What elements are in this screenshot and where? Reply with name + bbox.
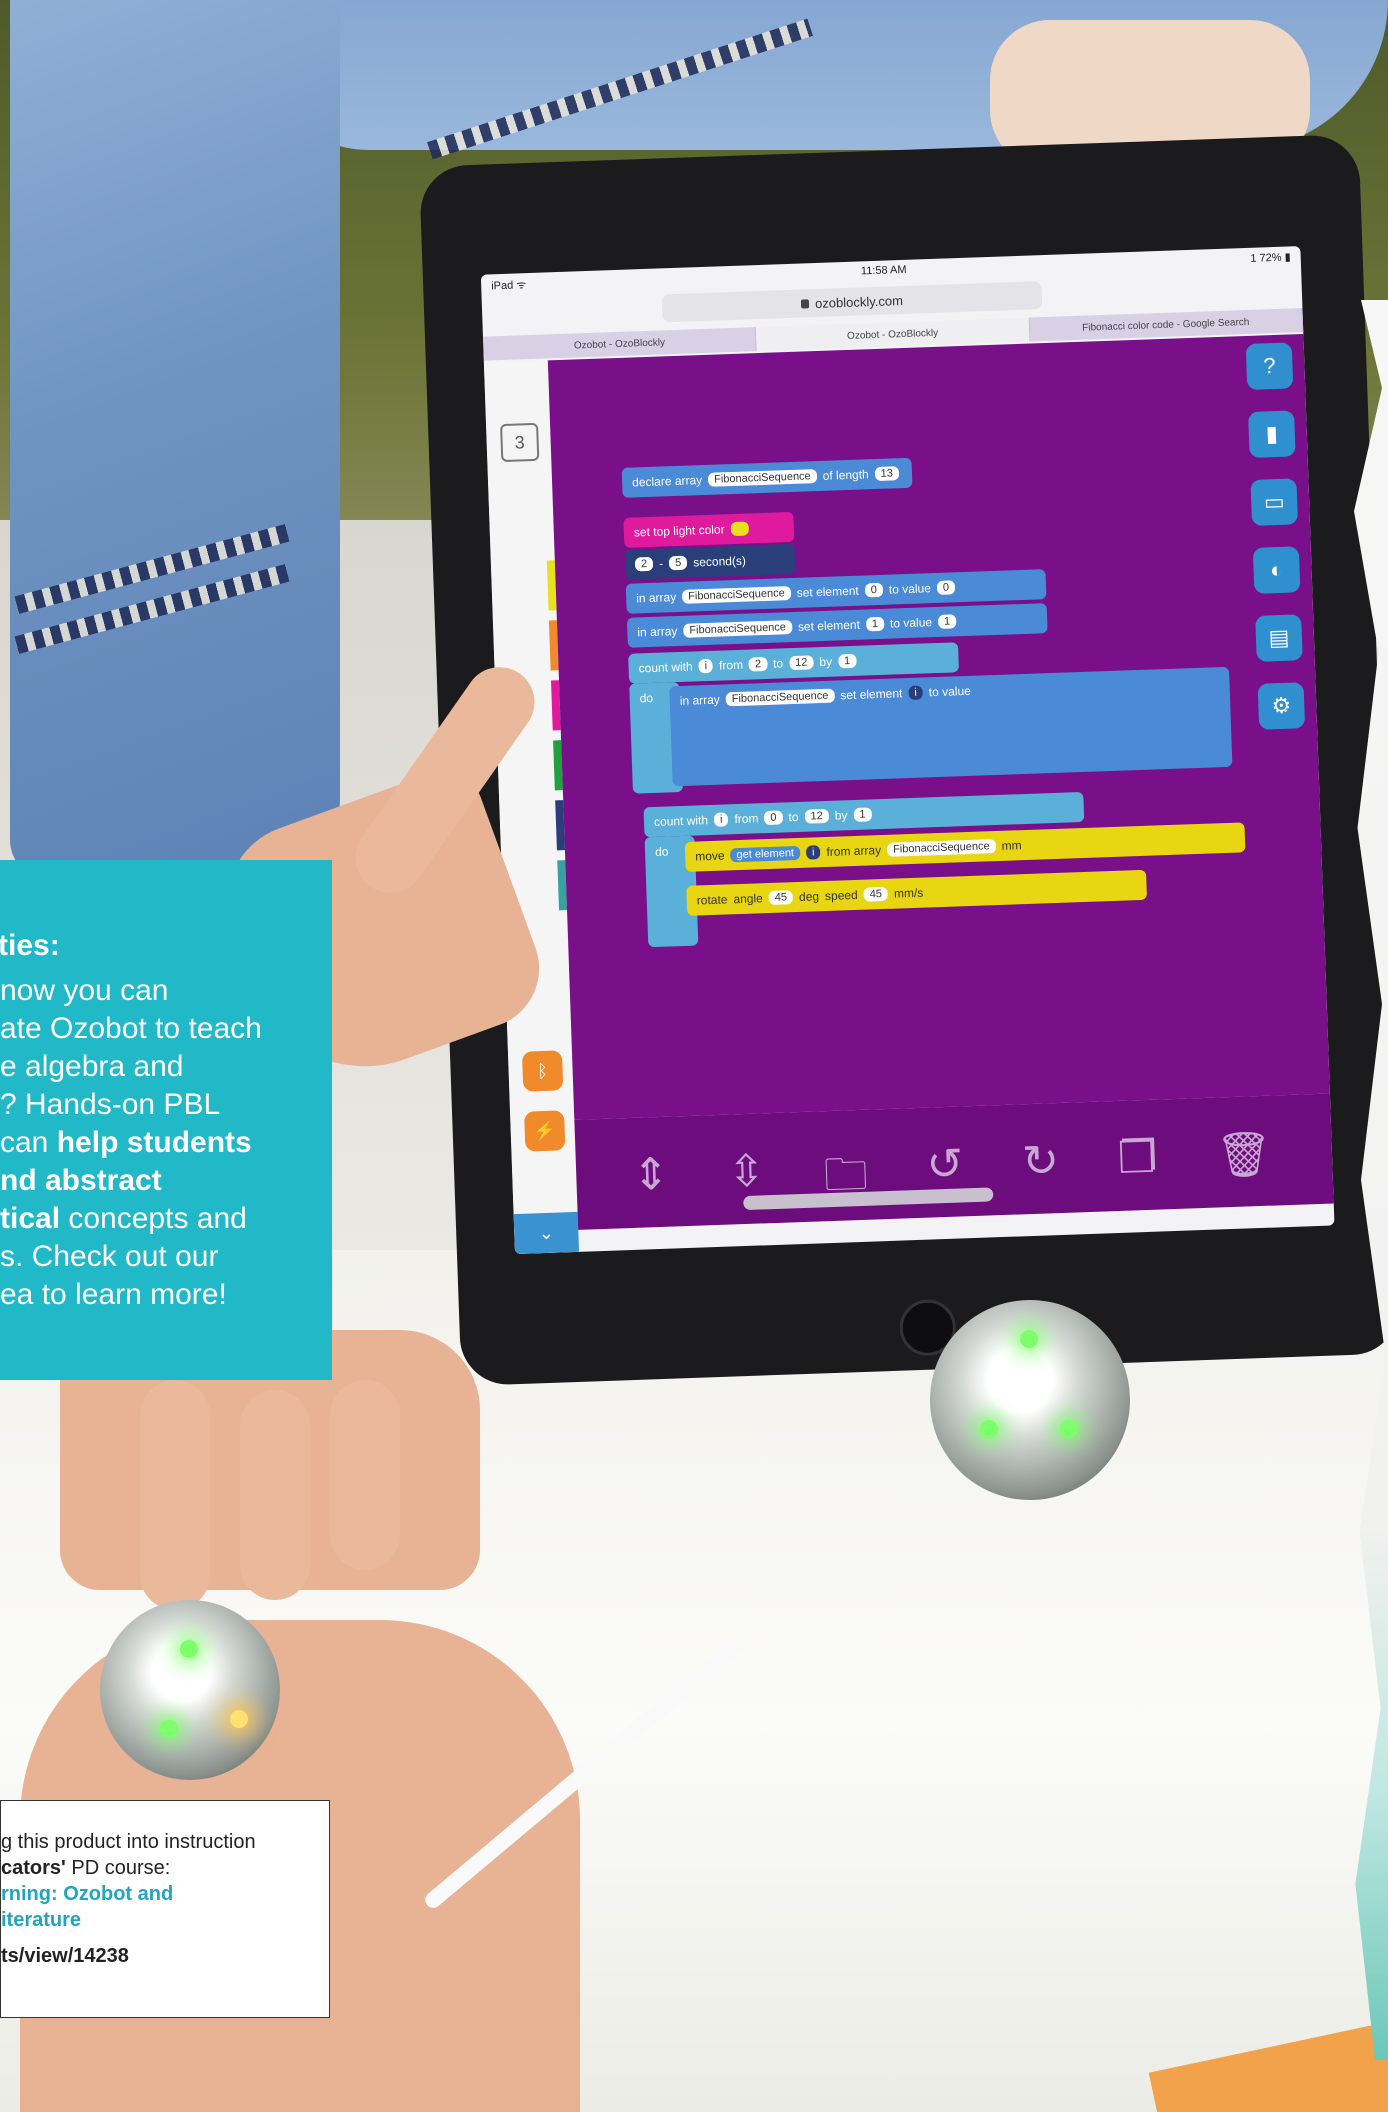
pd-course-link[interactable]: rning: Ozobot and <box>1 1881 309 1907</box>
collapse-icon[interactable]: ⇳ <box>727 1145 766 1221</box>
declare-array-block[interactable]: declare array FibonacciSequence of lengt… <box>621 457 913 498</box>
level-indicator[interactable]: 3 <box>500 422 540 463</box>
set-light-block[interactable]: set top light color <box>623 511 795 548</box>
denim-sleeve-left <box>10 0 340 880</box>
question-icon[interactable]: ? <box>1245 342 1294 391</box>
tablet: iPad ᯤ 11:58 AM 1 72% ▮ ozoblockly.com O… <box>418 133 1388 1387</box>
blockly-workspace[interactable]: declare array FibonacciSequence of lengt… <box>547 334 1330 1120</box>
ozobot-robot <box>930 1300 1130 1500</box>
rotate-block[interactable]: rotate angle 45 deg speed 45 mm/s <box>686 869 1148 916</box>
status-battery: 1 72% ▮ <box>1250 251 1291 265</box>
promo-text: now you can ate Ozobot to teach e algebr… <box>0 974 262 1311</box>
finger <box>140 1380 210 1610</box>
trash-icon[interactable]: 🗑 <box>1215 1128 1273 1205</box>
chevron-down-icon[interactable]: ⌄ <box>513 1211 579 1255</box>
promo-title: ties: <box>0 929 60 962</box>
save-icon[interactable]: ▭ <box>1250 478 1299 526</box>
led <box>180 1640 198 1658</box>
tablet-screen: iPad ᯤ 11:58 AM 1 72% ▮ ozoblockly.com O… <box>480 246 1335 1255</box>
status-time: 11:58 AM <box>860 263 907 278</box>
expand-icon[interactable]: ⇕ <box>631 1149 670 1225</box>
pd-course-link[interactable]: iterature <box>1 1907 309 1933</box>
led <box>230 1710 248 1728</box>
book-icon[interactable]: ▮ <box>1248 410 1296 458</box>
redo-icon[interactable]: ↻ <box>1021 1135 1060 1211</box>
bluetooth-load-button[interactable]: ᛒ <box>521 1050 564 1092</box>
wait-block[interactable]: 2 - 5 second(s) <box>624 543 796 580</box>
bulb-icon[interactable]: ◐ <box>1252 546 1301 594</box>
set-element-block[interactable]: in array FibonacciSequence set element i… <box>669 666 1233 787</box>
led <box>160 1720 178 1738</box>
pd-course-box: g this product into instruction cators' … <box>0 1800 330 2018</box>
copy-icon[interactable]: ❐ <box>1117 1132 1159 1208</box>
lock-icon <box>800 298 810 309</box>
led <box>980 1420 998 1438</box>
pd-line: g this product into instruction <box>1 1831 256 1853</box>
pd-url[interactable]: ts/view/14238 <box>1 1943 309 1969</box>
promo-box: ties: now you can ate Ozobot to teach e … <box>0 860 332 1380</box>
file-icon[interactable]: ▤ <box>1255 614 1303 662</box>
pd-line: cators' PD course: <box>1 1857 171 1879</box>
led <box>1020 1330 1038 1348</box>
url-text: ozoblockly.com <box>814 292 904 311</box>
flash-load-button[interactable]: ⚡ <box>524 1110 566 1152</box>
ozobot-robot <box>100 1600 280 1780</box>
status-device: iPad ᯤ <box>491 279 527 293</box>
finger <box>330 1380 400 1570</box>
led <box>1060 1420 1078 1438</box>
finger <box>240 1390 310 1600</box>
settings-icon[interactable]: ⚙ <box>1257 682 1306 730</box>
